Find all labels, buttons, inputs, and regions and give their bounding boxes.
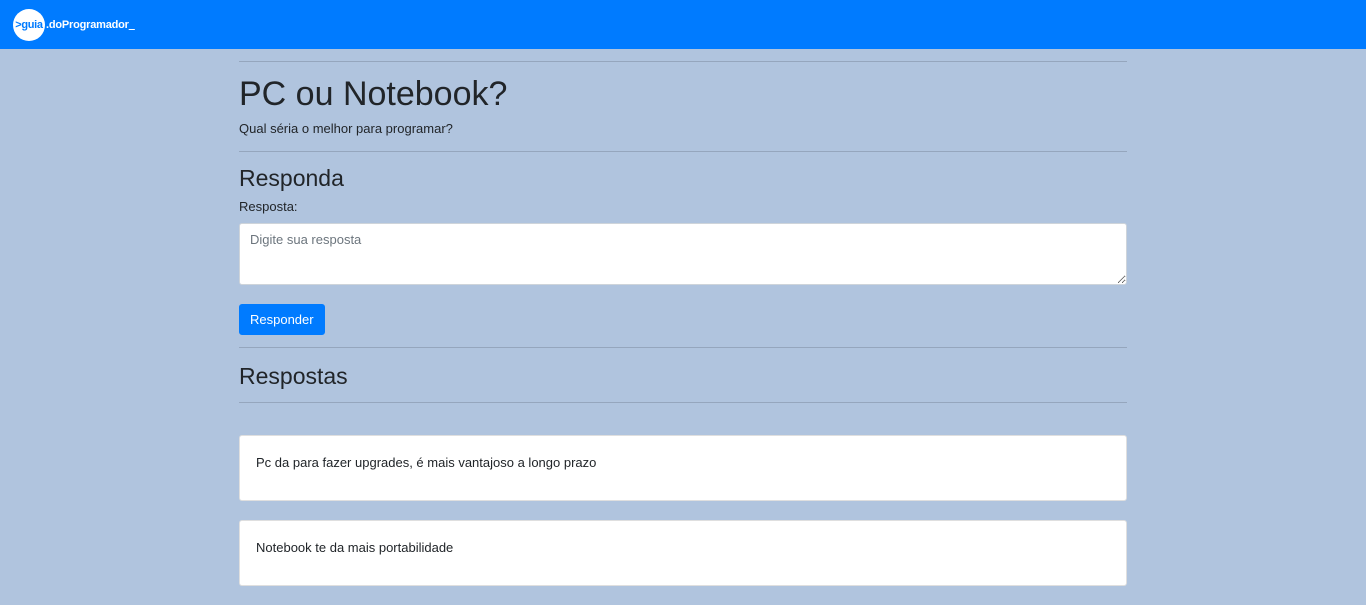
question-title: PC ou Notebook? — [239, 75, 508, 113]
divider — [239, 347, 1127, 348]
answer-label: Resposta: — [239, 199, 298, 214]
answer-card: Notebook te da mais portabilidade — [239, 520, 1127, 586]
logo-text-main: .doProgramador — [46, 18, 129, 31]
answer-card: Pc da para fazer upgrades, é mais vantaj… — [239, 435, 1127, 501]
answer-form-heading: Responda — [239, 165, 344, 191]
answers-heading: Respostas — [239, 363, 348, 389]
answer-form: Responda Resposta: Responder — [239, 164, 1127, 335]
answers-list: Pc da para fazer upgrades, é mais vantaj… — [239, 435, 1127, 586]
logo-mark: >guia — [13, 8, 45, 41]
divider — [239, 151, 1127, 152]
brand-logo-link[interactable]: >guia .doProgramador_ — [13, 8, 135, 41]
divider — [239, 61, 1127, 62]
answer-textarea[interactable] — [239, 223, 1127, 285]
main-container: PC ou Notebook? Qual séria o melhor para… — [239, 49, 1127, 605]
question-description: Qual séria o melhor para programar? — [239, 121, 453, 136]
top-navbar: >guia .doProgramador_ — [0, 0, 1366, 49]
responder-button[interactable]: Responder — [239, 304, 325, 335]
answer-text: Pc da para fazer upgrades, é mais vantaj… — [256, 455, 597, 470]
divider — [239, 402, 1127, 403]
logo-text-suffix: _ — [128, 18, 135, 31]
answer-text: Notebook te da mais portabilidade — [256, 540, 454, 555]
logo-text: .doProgramador_ — [46, 19, 135, 31]
